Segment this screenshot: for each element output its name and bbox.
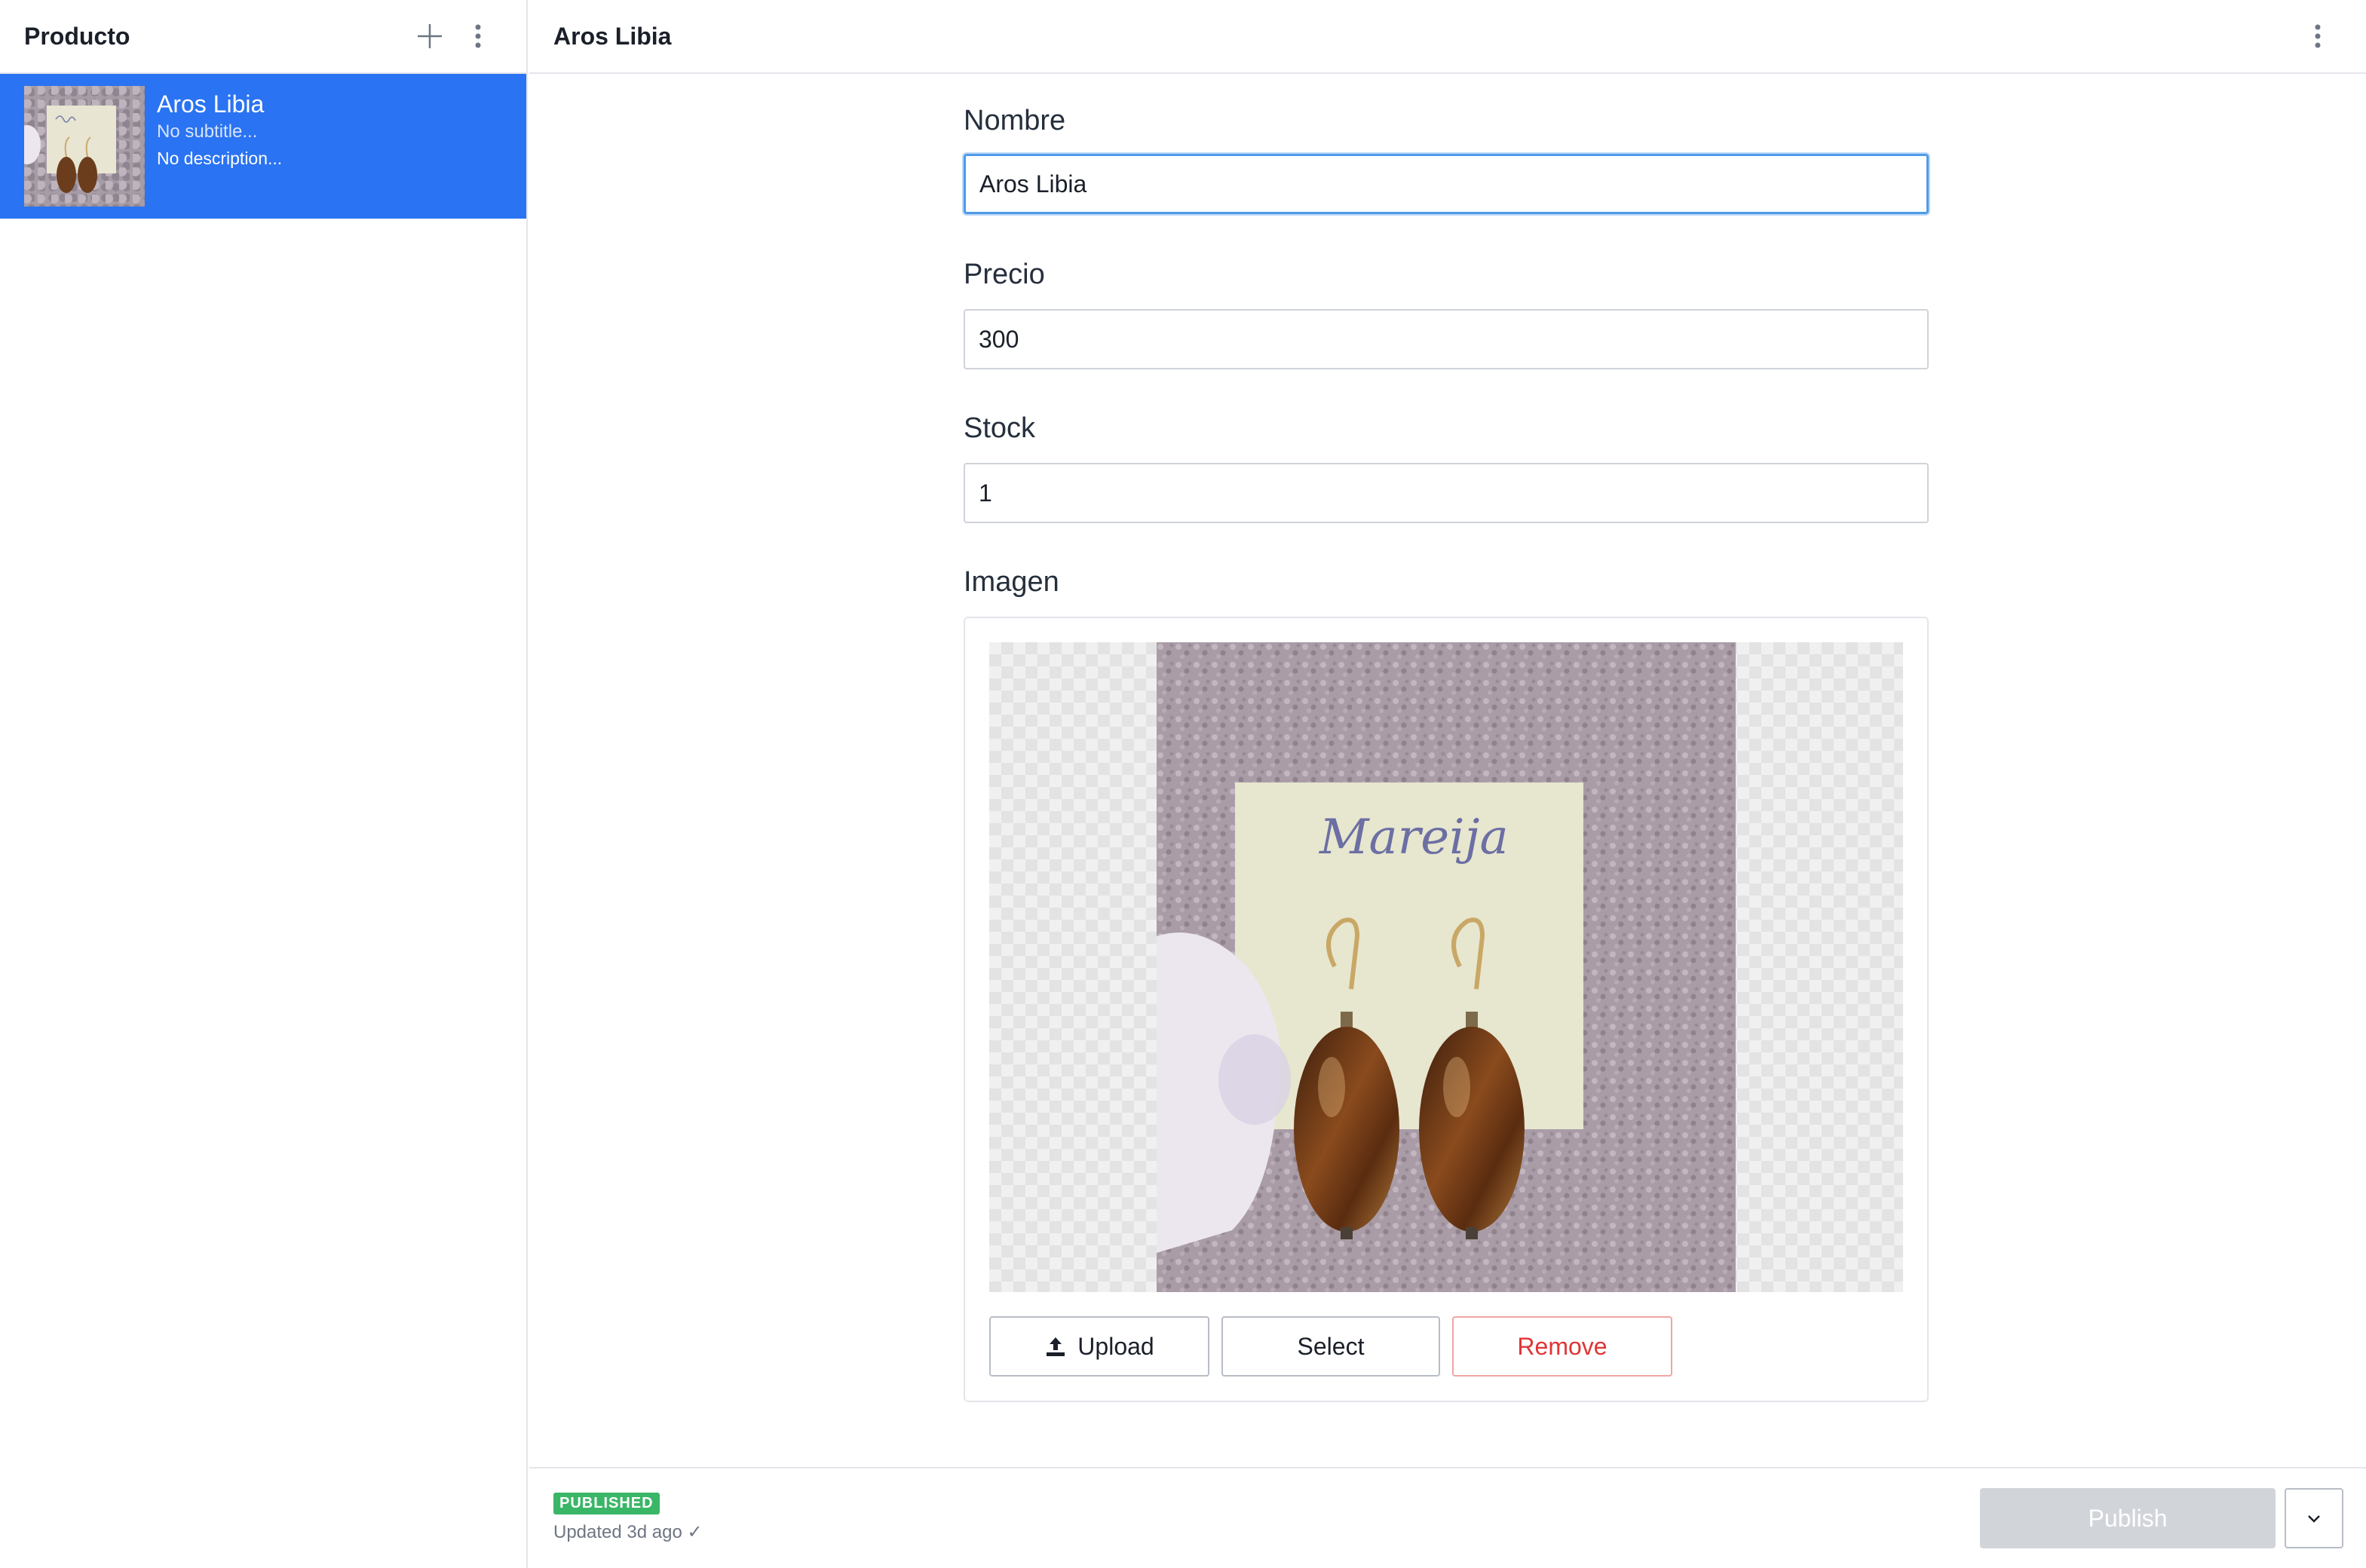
product-photo: Mareija <box>1157 642 1736 1292</box>
select-label: Select <box>1297 1332 1365 1360</box>
list-item-description: No description... <box>157 149 283 168</box>
list-pane-header: Producto <box>0 0 526 74</box>
list-item-title: Aros Libia <box>157 90 265 118</box>
updated-timestamp: Updated 3d ago ✓ <box>553 1522 703 1542</box>
remove-label: Remove <box>1517 1332 1607 1360</box>
list-pane-title: Producto <box>24 22 130 50</box>
document-list-pane: Producto Aros Libia No subtitle... No de… <box>0 0 528 1568</box>
plus-icon[interactable] <box>406 12 454 60</box>
precio-field[interactable] <box>964 309 1929 369</box>
list-item-subtitle: No subtitle... <box>157 121 258 142</box>
nombre-label: Nombre <box>964 105 1066 136</box>
chevron-down-icon <box>2308 1515 2320 1523</box>
precio-label: Precio <box>964 259 1045 290</box>
imagen-label: Imagen <box>964 566 1059 598</box>
publish-menu-button[interactable] <box>2285 1488 2343 1548</box>
studio-app: Producto Aros Libia No subtitle... No de… <box>0 0 2366 1568</box>
select-button[interactable]: Select <box>1221 1316 1440 1377</box>
nombre-field[interactable] <box>964 154 1929 214</box>
editor-header: Aros Libia <box>529 0 2366 74</box>
kebab-menu-icon[interactable] <box>2294 12 2342 60</box>
publish-button[interactable]: Publish <box>1980 1488 2276 1548</box>
image-input-card: Mareija Upload Select Remove <box>964 617 1929 1402</box>
product-thumbnail <box>24 86 145 207</box>
stock-label: Stock <box>964 412 1036 444</box>
kebab-menu-icon[interactable] <box>454 12 502 60</box>
status-badge: PUBLISHED <box>553 1493 660 1514</box>
image-preview-area: Mareija <box>989 642 1903 1292</box>
upload-button[interactable]: Upload <box>989 1316 1209 1377</box>
stock-field[interactable] <box>964 463 1929 523</box>
document-title: Aros Libia <box>553 22 672 50</box>
remove-button[interactable]: Remove <box>1452 1316 1672 1377</box>
list-item[interactable]: Aros Libia No subtitle... No description… <box>0 74 526 219</box>
document-editor-pane: Aros Libia Nombre Precio Stock Imagen <box>529 0 2366 1568</box>
upload-label: Upload <box>1077 1332 1154 1360</box>
upload-icon <box>1047 1337 1065 1356</box>
editor-footer: PUBLISHED Updated 3d ago ✓ Publish <box>529 1467 2366 1568</box>
svg-text:Mareija: Mareija <box>1319 810 1509 865</box>
